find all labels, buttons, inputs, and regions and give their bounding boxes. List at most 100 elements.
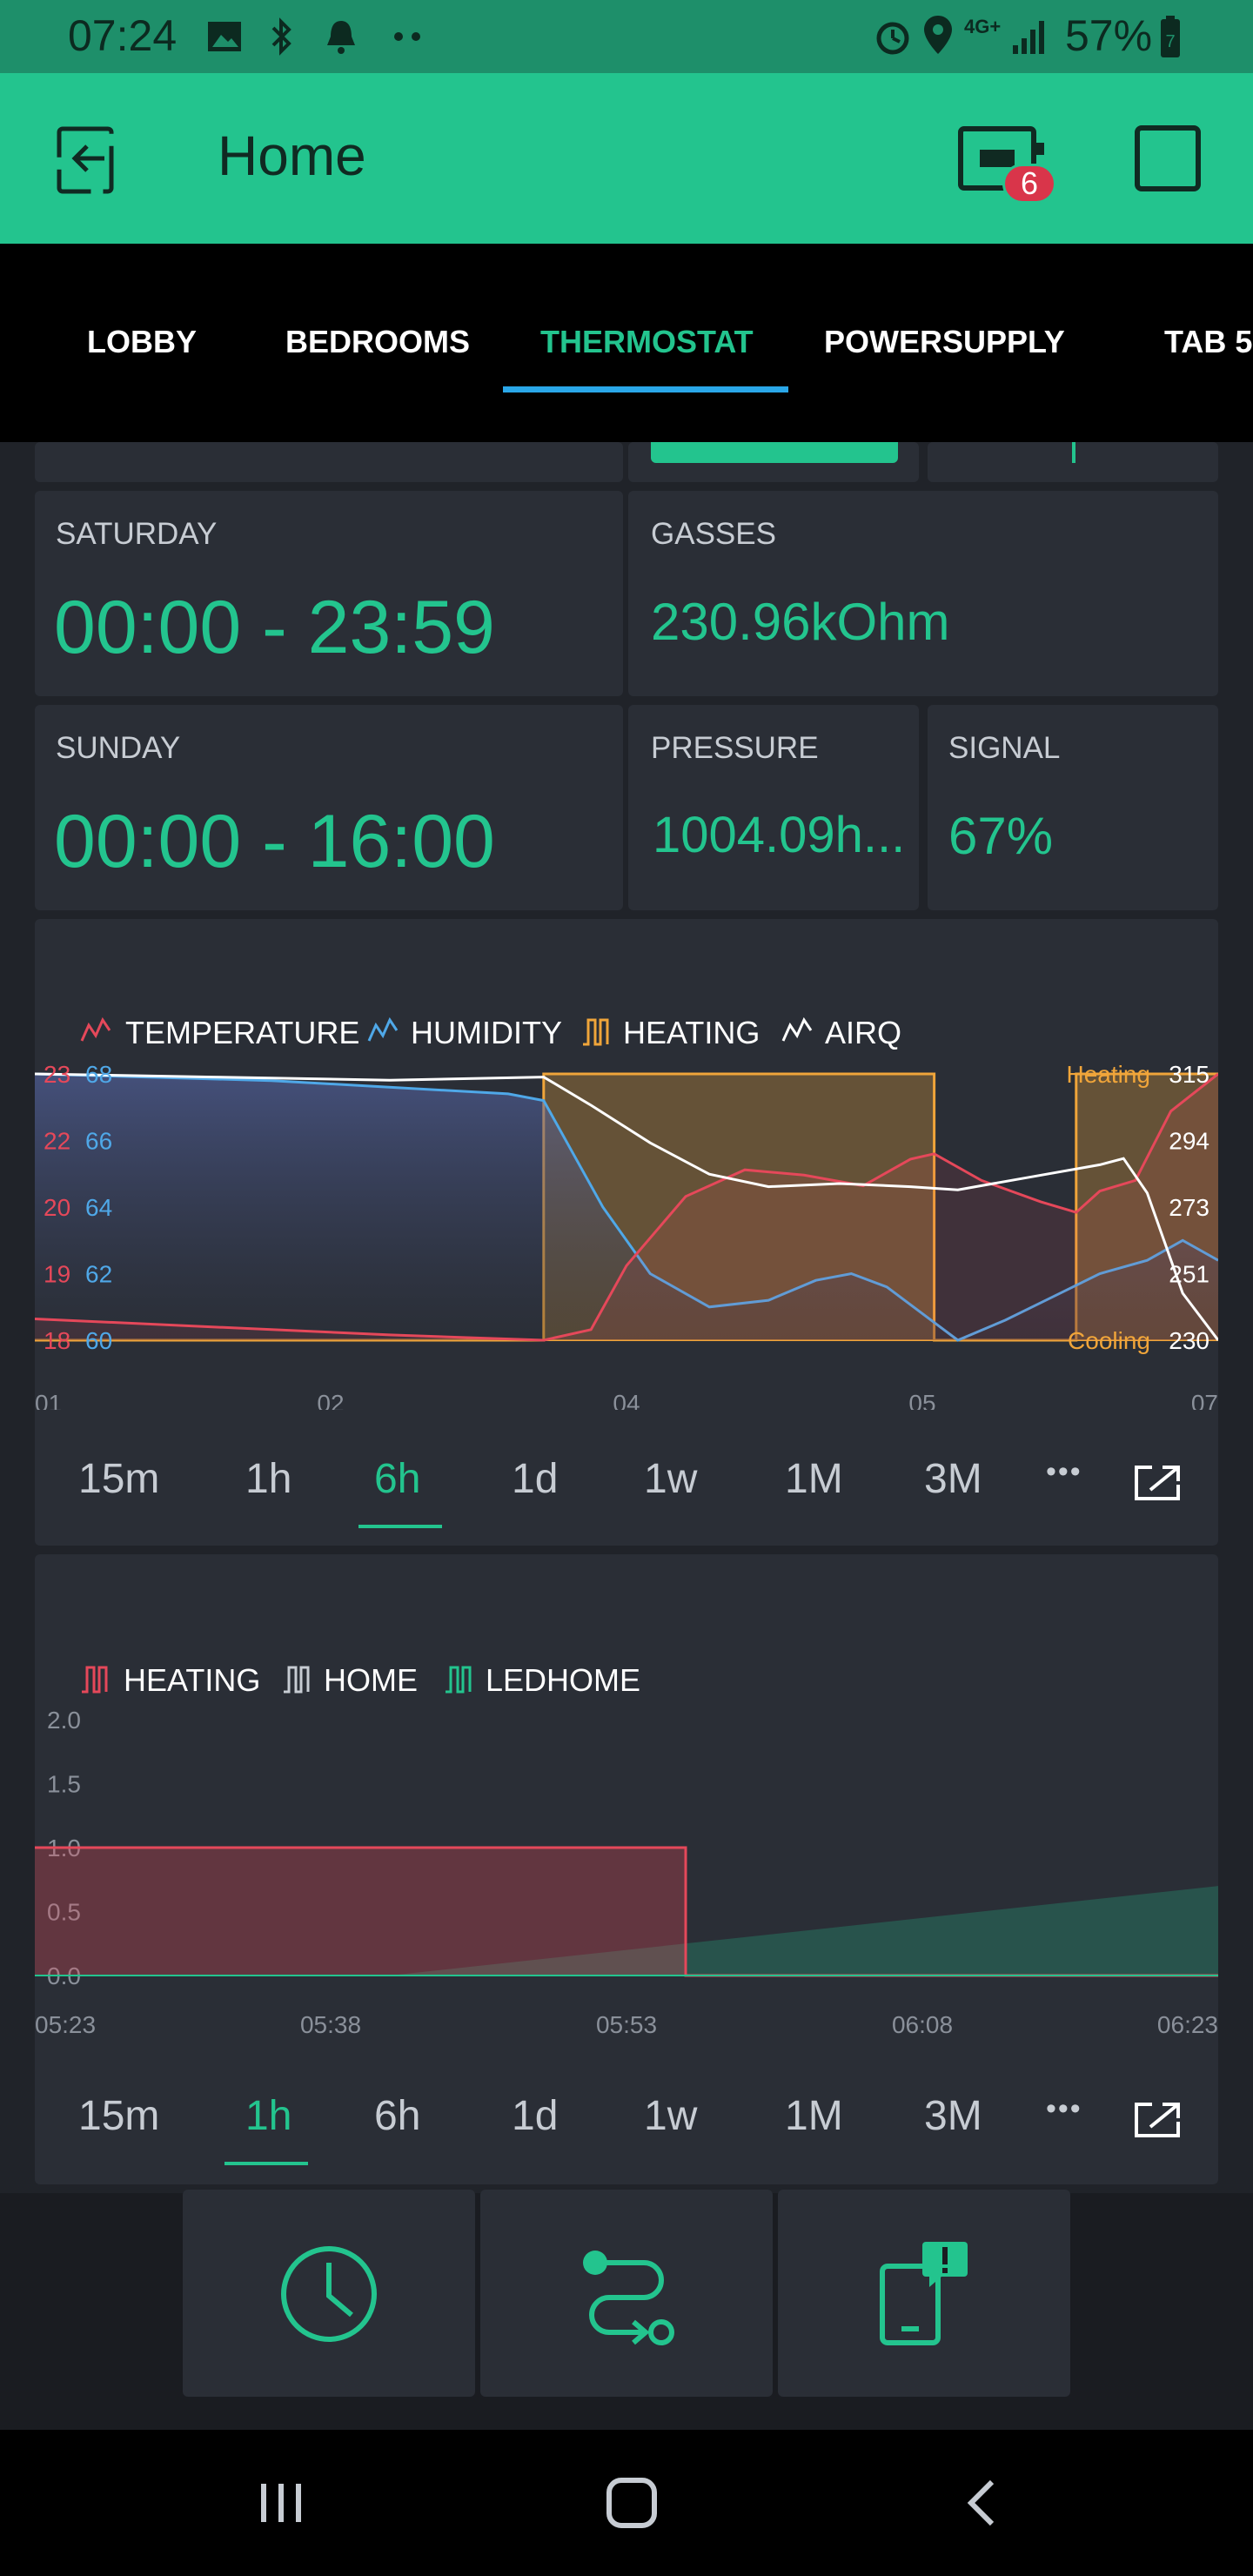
humidity-tick: 62 [85, 1261, 112, 1288]
notification-button[interactable] [778, 2190, 1070, 2397]
temperature-tick: 19 [44, 1261, 70, 1288]
humidity-tick: 60 [85, 1327, 112, 1354]
eventor-button[interactable] [480, 2190, 773, 2397]
phone-notification-icon [880, 2242, 968, 2345]
chart2-x-tick: 06:23 [1157, 2011, 1218, 2038]
legend2-heating: HEATING [124, 1662, 261, 1698]
chart2-x-tick: 06:08 [892, 2011, 953, 2038]
chart2-y-tick: 1.5 [47, 1771, 81, 1798]
tab-bar: LOBBY BEDROOMS THERMOSTAT POWERSUPPLY TA… [0, 244, 1253, 442]
legend-temperature: TEMPERATURE [125, 1015, 360, 1050]
temperature-tick: 23 [44, 1062, 70, 1088]
tab-thermostat[interactable]: THERMOSTAT [540, 324, 754, 360]
chart1-plot[interactable]: 23 68 22 66 20 64 19 62 18 60 315 294 273 251 230 Heati… [35, 1062, 1218, 1410]
range2-1d[interactable]: 1d [512, 2092, 558, 2140]
range2-15m[interactable]: 15m [78, 2092, 159, 2140]
airq-tick: 273 [1169, 1194, 1209, 1221]
range1-1w[interactable]: 1w [644, 1455, 697, 1503]
range1-3m[interactable]: 3M [924, 1455, 982, 1503]
widget-sunday[interactable]: SUNDAY 00:00 - 16:00 [35, 705, 623, 910]
chart1-x-tick: 01 [35, 1390, 62, 1410]
network-type: 4G+ [964, 16, 1002, 37]
fullscreen-icon[interactable] [1131, 1460, 1183, 1504]
scrolled-widget-right [928, 442, 1218, 482]
temperature-legend-icon [80, 1016, 111, 1042]
saturday-value: 00:00 - 23:59 [54, 586, 495, 669]
airq-tick: 294 [1169, 1128, 1209, 1155]
range2-more-button[interactable]: ••• [1046, 2092, 1082, 2126]
chart2-x-tick: 05:38 [300, 2011, 361, 2038]
heating-tick-bottom: Cooling [1068, 1327, 1150, 1354]
range1-15m[interactable]: 15m [78, 1455, 159, 1503]
range1-more-button[interactable]: ••• [1046, 1455, 1082, 1489]
widget-saturday[interactable]: SATURDAY 00:00 - 23:59 [35, 491, 623, 696]
range2-1h[interactable]: 1h [245, 2092, 291, 2140]
signal-label: SIGNAL [948, 731, 1061, 765]
range1-6h[interactable]: 6h [374, 1455, 420, 1503]
pressure-label: PRESSURE [651, 731, 819, 765]
page-title: Home [218, 124, 366, 187]
temperature-tick: 18 [44, 1327, 70, 1354]
back-nav-icon[interactable] [957, 2477, 1006, 2529]
range2-3m[interactable]: 3M [924, 2092, 982, 2140]
ledhome-legend-icon [446, 1666, 472, 1694]
heating-legend-icon [583, 1018, 609, 1046]
sunday-value: 00:00 - 16:00 [54, 800, 495, 883]
widget-pressure: PRESSURE 1004.09h... [628, 705, 919, 910]
range2-1m[interactable]: 1M [785, 2092, 843, 2140]
chart1-range-selector: 15m 1h 6h 1d 1w 1M 3M ••• [35, 1452, 1218, 1530]
notification-badge: 6 [1002, 164, 1056, 204]
range2-1w[interactable]: 1w [644, 2092, 697, 2140]
gallery-icon [208, 22, 241, 51]
chart1-x-tick: 04 [613, 1390, 640, 1410]
tab-powersupply[interactable]: POWERSUPPLY [824, 324, 1065, 360]
scrolled-indicator [1072, 442, 1075, 463]
device-button[interactable]: 6 [957, 125, 1056, 204]
range1-1h[interactable]: 1h [245, 1455, 291, 1503]
recent-apps-icon[interactable] [258, 2479, 306, 2527]
timer-button[interactable] [183, 2190, 475, 2397]
range1-1d[interactable]: 1d [512, 1455, 558, 1503]
active-tab-indicator [503, 386, 788, 392]
airq-tick: 315 [1169, 1062, 1209, 1088]
tab-bedrooms[interactable]: BEDROOMS [285, 324, 470, 360]
location-icon [924, 16, 952, 54]
status-time: 07:24 [68, 11, 178, 60]
chart1-x-tick: 07 [1191, 1390, 1218, 1410]
legend2-home: HOME [324, 1662, 418, 1698]
battery-icon: 7 [1161, 16, 1180, 57]
airq-legend-icon [781, 1016, 813, 1042]
gasses-value: 230.96kOhm [651, 593, 950, 651]
range2-6h[interactable]: 6h [374, 2092, 420, 2140]
heating-legend2-icon [82, 1666, 108, 1694]
legend-humidity: HUMIDITY [411, 1015, 562, 1050]
tab-5[interactable]: TAB 5 [1164, 324, 1252, 360]
humidity-legend-icon [367, 1016, 399, 1042]
scrolled-button[interactable] [651, 442, 898, 463]
chart1-x-tick: 05 [908, 1390, 935, 1410]
sunday-label: SUNDAY [56, 731, 181, 765]
scrolled-widget-left [35, 442, 623, 482]
routing-icon [583, 2251, 674, 2345]
chart2-range-selector: 15m 1h 6h 1d 1w 1M 3M ••• [35, 2089, 1218, 2167]
widget-gasses: GASSES 230.96kOhm [628, 491, 1218, 696]
system-nav-bar [0, 2430, 1253, 2576]
airq-tick: 251 [1169, 1261, 1209, 1288]
chart2-plot[interactable]: 2.01.51.00.50.005:23 05:38 05:53 06:08 06:23 [35, 1706, 1218, 2045]
tab-lobby[interactable]: LOBBY [87, 324, 197, 360]
home-nav-icon[interactable] [604, 2475, 660, 2531]
gasses-label: GASSES [651, 517, 776, 551]
humidity-tick: 68 [85, 1062, 112, 1088]
legend-airq: AIRQ [825, 1015, 902, 1050]
app-bar: Home 6 [0, 73, 1253, 244]
back-exit-icon[interactable] [49, 124, 122, 197]
square-menu-button[interactable] [1135, 125, 1201, 191]
chart2-x-tick: 05:53 [596, 2011, 657, 2038]
signal-value: 67% [948, 807, 1054, 865]
humidity-tick: 64 [85, 1194, 112, 1221]
fullscreen2-icon[interactable] [1131, 2097, 1183, 2141]
airq-tick: 230 [1169, 1327, 1209, 1354]
widget-signal: SIGNAL 67% [928, 705, 1218, 910]
clock-icon [281, 2246, 377, 2342]
range1-1m[interactable]: 1M [785, 1455, 843, 1503]
